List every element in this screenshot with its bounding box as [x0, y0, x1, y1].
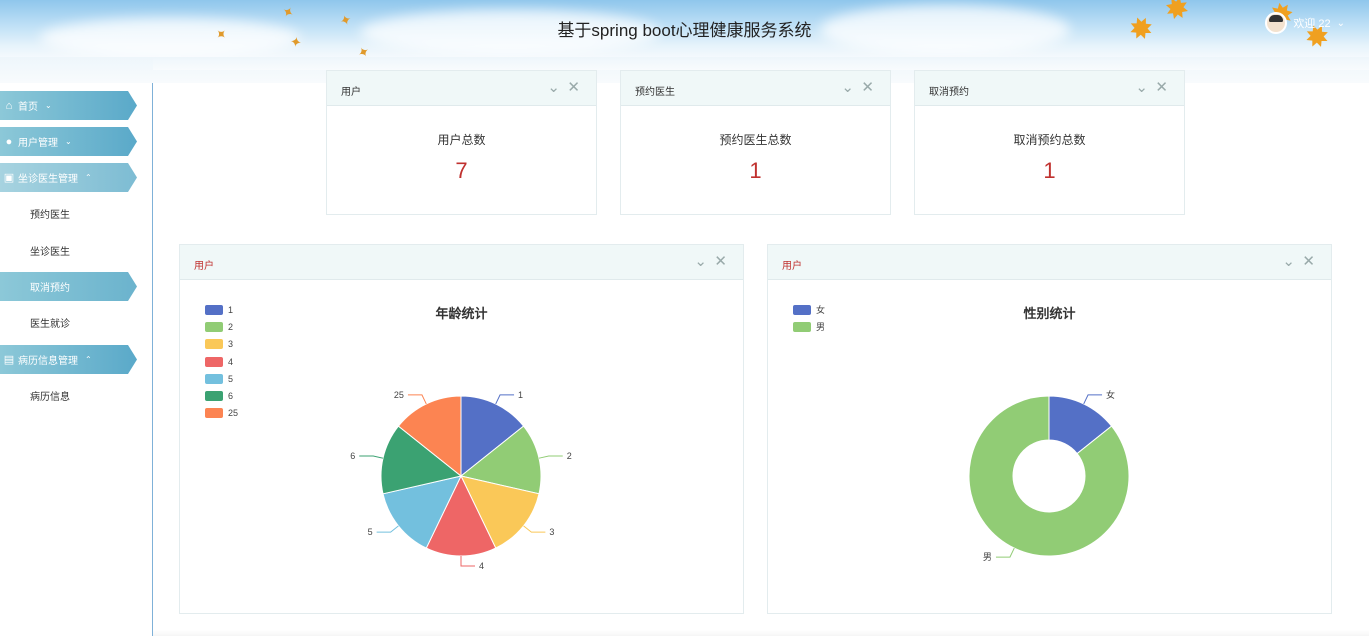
chevron-down-icon: ⌄ — [45, 101, 52, 110]
label-leader-line — [1083, 394, 1103, 405]
briefcase-icon: ▣ — [3, 172, 15, 184]
data-label: 女 — [1106, 389, 1115, 400]
close-icon[interactable]: ✕ — [1302, 252, 1315, 270]
gender-donut-chart: 女男 — [968, 389, 1130, 562]
card-header: 用户 ⌄ ✕ — [180, 245, 743, 280]
label-leader-line — [460, 556, 475, 567]
stat-value: 1 — [749, 158, 762, 183]
stat-card-users: 用户 ⌄ ✕ 用户总数 7 — [326, 70, 597, 215]
home-icon: ⌂ — [5, 99, 13, 112]
chevron-down-icon[interactable]: ⌄ — [841, 78, 854, 96]
data-label: 4 — [479, 561, 484, 571]
data-label: 男 — [983, 552, 992, 562]
data-label: 6 — [350, 451, 355, 461]
card-header: 用户 ⌄ ✕ — [768, 245, 1331, 280]
chevron-down-icon[interactable]: ⌄ — [1337, 18, 1345, 29]
avatar[interactable] — [1265, 12, 1288, 34]
label-leader-line — [376, 525, 399, 533]
top-header: ✦ ✦ ✦ ✦ ✦ ✸ ✸ ✸ ✸ 基于spring boot心理健康服务系统 … — [0, 0, 1369, 57]
chevron-up-icon: ⌃ — [85, 355, 92, 364]
sidebar-item-home[interactable]: ⌂ 首页 ⌄ — [0, 91, 137, 120]
data-label: 5 — [368, 527, 373, 537]
card-header: 预约医生 ⌄ ✕ — [621, 71, 890, 106]
chevron-down-icon[interactable]: ⌄ — [547, 78, 560, 96]
site-title: 基于spring boot心理健康服务系统 — [557, 21, 812, 40]
close-icon[interactable]: ✕ — [861, 78, 874, 96]
label-leader-line — [495, 394, 515, 405]
sidebar-item-doctor-management[interactable]: ▣ 坐诊医生管理 ⌃ — [0, 163, 137, 192]
label-leader-line — [538, 455, 563, 459]
sidebar-item-records[interactable]: 病历信息 — [0, 381, 137, 410]
stat-label: 用户总数 — [437, 133, 486, 147]
data-label: 3 — [549, 527, 554, 537]
age-chart-panel: 用户 ⌄ ✕ 年龄统计 1 2 3 4 5 6 25 1 2 3 4 5 6 25 — [179, 244, 744, 614]
label-leader-line — [523, 525, 546, 533]
card-title: 用户 — [341, 87, 361, 98]
chevron-down-icon[interactable]: ⌄ — [1282, 252, 1295, 270]
header-subbar-overlay — [153, 57, 1369, 70]
stat-value: 1 — [1043, 158, 1056, 183]
sidebar-item-doctor-visit[interactable]: 医生就诊 — [0, 308, 137, 337]
card-header: 用户 ⌄ ✕ — [327, 71, 596, 106]
sidebar-item-label: 用户管理 — [18, 138, 58, 149]
label-leader-line — [359, 455, 384, 459]
sidebar-item-onduty-doctor[interactable]: 坐诊医生 — [0, 236, 137, 265]
close-icon[interactable]: ✕ — [567, 78, 580, 96]
user-icon: ● — [5, 135, 13, 148]
welcome-text: 欢迎 22 — [1293, 18, 1331, 30]
label-leader-line — [995, 547, 1015, 558]
data-label: 25 — [394, 390, 404, 400]
stat-label: 预约医生总数 — [719, 133, 792, 147]
gender-chart-panel: 用户 ⌄ ✕ 性别统计 女男 女男 — [767, 244, 1332, 614]
sidebar-item-label: 首页 — [18, 102, 38, 113]
card-title: 取消预约 — [929, 87, 969, 98]
data-label: 2 — [567, 451, 572, 461]
sidebar-item-user-management[interactable]: ● 用户管理 ⌄ — [0, 127, 137, 156]
close-icon[interactable]: ✕ — [714, 252, 727, 270]
data-label: 1 — [518, 390, 523, 400]
stat-value: 7 — [455, 158, 468, 183]
sidebar: ⌂ 首页 ⌄ ● 用户管理 ⌄ ▣ 坐诊医生管理 ⌃ 预约医生 坐诊医生 取消预… — [0, 83, 153, 636]
card-header: 取消预约 ⌄ ✕ — [915, 71, 1184, 106]
card-title: 预约医生 — [635, 87, 675, 98]
sidebar-item-cancel-booking[interactable]: 取消预约 — [0, 272, 137, 301]
stat-card-bookings: 预约医生 ⌄ ✕ 预约医生总数 1 — [620, 70, 891, 215]
close-icon[interactable]: ✕ — [1155, 78, 1168, 96]
chevron-down-icon: ⌄ — [65, 137, 72, 146]
stat-card-cancellations: 取消预约 ⌄ ✕ 取消预约总数 1 — [914, 70, 1185, 215]
sidebar-item-book-doctor[interactable]: 预约医生 — [0, 199, 137, 228]
age-pie-chart: 1 2 3 4 5 6 25 — [350, 390, 572, 571]
label-leader-line — [407, 394, 427, 405]
page-bottom-edge — [153, 630, 1369, 636]
card-title: 用户 — [782, 261, 802, 272]
sidebar-item-label: 坐诊医生管理 — [18, 174, 78, 185]
stat-label: 取消预约总数 — [1013, 133, 1086, 147]
sidebar-item-records-management[interactable]: ▤ 病历信息管理 ⌃ — [0, 345, 137, 374]
chevron-up-icon: ⌃ — [85, 173, 92, 182]
chevron-down-icon[interactable]: ⌄ — [1135, 78, 1148, 96]
user-menu[interactable]: 欢迎 22 ⌄ — [1265, 12, 1345, 34]
sidebar-item-label: 病历信息管理 — [18, 356, 78, 367]
book-icon: ▤ — [3, 354, 15, 366]
chevron-down-icon[interactable]: ⌄ — [694, 252, 707, 270]
leaf-icon: ✦ — [354, 42, 373, 57]
card-title: 用户 — [194, 261, 214, 272]
